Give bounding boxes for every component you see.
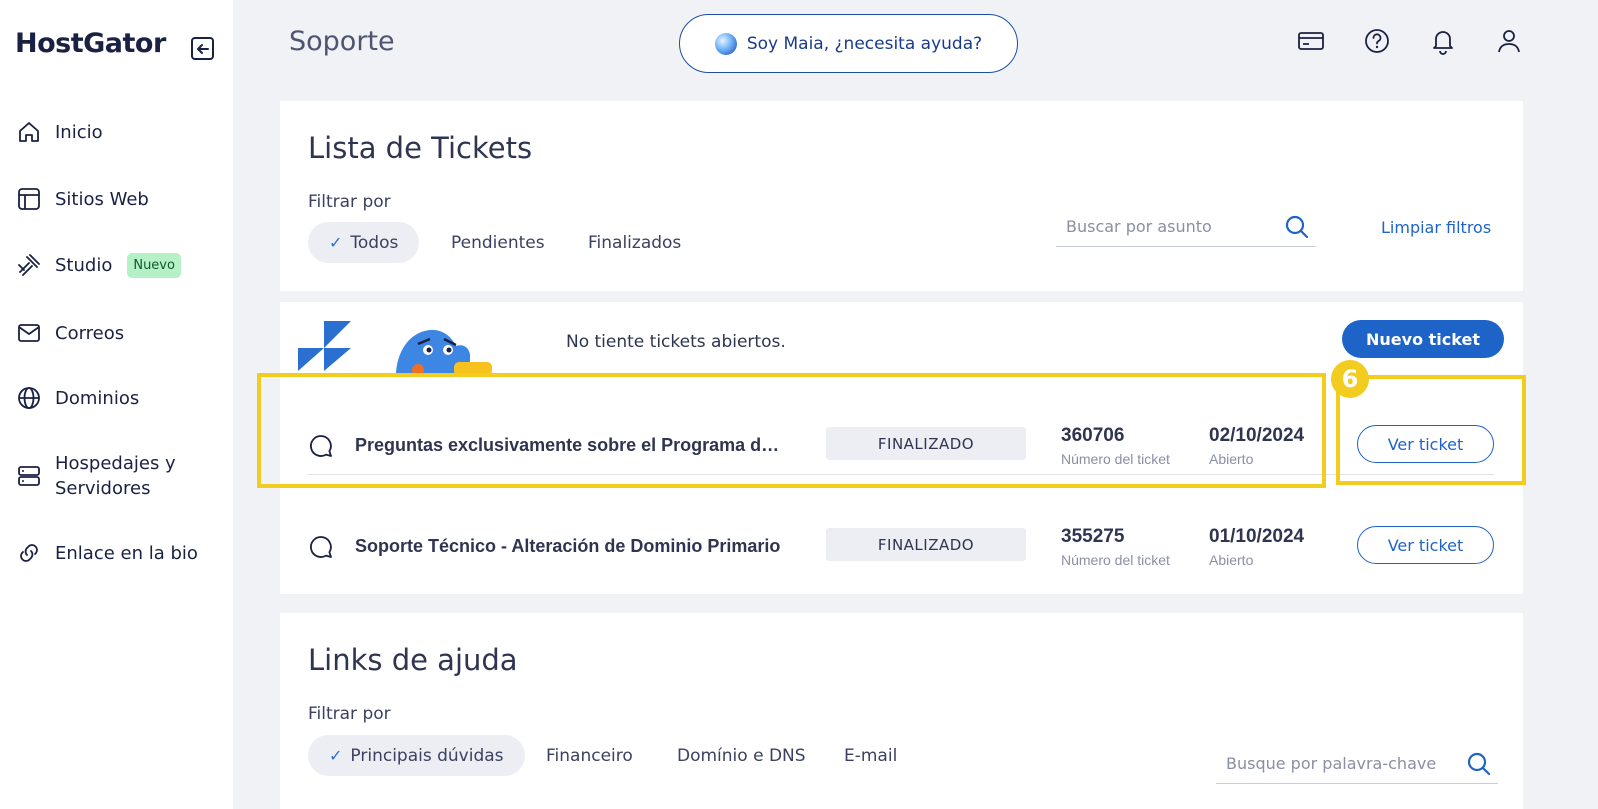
server-icon bbox=[18, 466, 40, 486]
studio-icon bbox=[18, 254, 40, 276]
chip-label: E-mail bbox=[844, 745, 898, 766]
user-icon[interactable] bbox=[1495, 27, 1523, 55]
highlight-view-ticket bbox=[1336, 375, 1526, 485]
maia-orb-icon bbox=[714, 32, 737, 55]
sidebar-item-label: Dominios bbox=[55, 387, 140, 409]
filter-chip-dominio-dns[interactable]: Domínio e DNS bbox=[656, 735, 827, 776]
chip-label: Principais dúvidas bbox=[350, 745, 504, 766]
filter-chip-finalizados[interactable]: Finalizados bbox=[567, 222, 702, 263]
filter-chip-financeiro[interactable]: Financeiro bbox=[525, 735, 654, 776]
ticket-date: 01/10/2024 bbox=[1209, 526, 1305, 547]
home-icon bbox=[19, 122, 39, 142]
tickets-title: Lista de Tickets bbox=[308, 131, 533, 165]
view-ticket-button[interactable]: Ver ticket bbox=[1357, 526, 1494, 564]
sidebar-item-label: Hospedajes y Servidores bbox=[55, 451, 176, 501]
step-number-badge: 6 bbox=[1331, 360, 1369, 398]
help-links-card: Links de ajuda Filtrar por ✓ Principais … bbox=[280, 613, 1523, 809]
filter-chip-todos[interactable]: ✓ Todos bbox=[308, 222, 420, 263]
chip-label: Finalizados bbox=[588, 232, 682, 253]
new-badge: Nuevo bbox=[127, 252, 181, 278]
link-icon bbox=[20, 544, 38, 562]
status-badge: FINALIZADO bbox=[826, 528, 1026, 561]
tickets-filter-card: Lista de Tickets Filtrar por ✓ Todos Pen… bbox=[280, 101, 1523, 291]
chip-label: Financeiro bbox=[546, 745, 633, 766]
collapse-sidebar-icon[interactable] bbox=[191, 37, 214, 60]
gator-mascot-icon bbox=[396, 329, 492, 376]
search-icon[interactable] bbox=[1284, 214, 1310, 240]
maia-label: Soy Maia, ¿necesita ayuda? bbox=[746, 33, 983, 54]
maia-assistant-button[interactable]: Soy Maia, ¿necesita ayuda? bbox=[679, 14, 1018, 73]
globe-icon bbox=[18, 387, 40, 409]
sidebar-item-inicio[interactable]: Inicio bbox=[16, 119, 103, 145]
search-placeholder: Busque por palavra-chave bbox=[1226, 754, 1437, 773]
filter-label: Filtrar por bbox=[308, 192, 391, 212]
search-placeholder: Buscar por asunto bbox=[1066, 217, 1212, 236]
chip-label: Todos bbox=[350, 232, 399, 253]
search-icon[interactable] bbox=[1466, 751, 1492, 777]
ticket-subject[interactable]: Soporte Técnico - Alteración de Dominio … bbox=[355, 536, 785, 557]
sidebar-item-studio[interactable]: Studio Nuevo bbox=[16, 252, 181, 278]
no-open-tickets-message: No tiente tickets abiertos. bbox=[566, 332, 786, 352]
check-icon: ✓ bbox=[329, 746, 343, 765]
sidebar-item-hospedajes[interactable]: Hospedajes y Servidores bbox=[16, 451, 176, 501]
sidebar-item-label: Inicio bbox=[55, 121, 103, 143]
hostgator-logo[interactable]: HostGator bbox=[15, 28, 166, 59]
clear-filters-link[interactable]: Limpiar filtros bbox=[1381, 218, 1491, 237]
decorative-shapes-icon bbox=[298, 321, 351, 371]
chat-bubble-icon bbox=[310, 536, 332, 558]
filter-chip-pendientes[interactable]: Pendientes bbox=[430, 222, 566, 263]
mail-icon bbox=[18, 324, 40, 342]
sidebar-item-enlace-bio[interactable]: Enlace en la bio bbox=[16, 540, 198, 566]
bell-icon[interactable] bbox=[1429, 27, 1457, 55]
ticket-search-input[interactable]: Buscar por asunto bbox=[1056, 207, 1316, 247]
filter-chip-principais[interactable]: ✓ Principais dúvidas bbox=[308, 735, 525, 776]
help-search-input[interactable]: Busque por palavra-chave bbox=[1216, 744, 1498, 784]
chip-label: Pendientes bbox=[451, 232, 545, 253]
layout-icon bbox=[18, 188, 40, 210]
help-icon[interactable] bbox=[1363, 27, 1391, 55]
sidebar-item-label: Correos bbox=[55, 322, 125, 344]
sidebar-item-sitios-web[interactable]: Sitios Web bbox=[16, 186, 149, 212]
new-ticket-button[interactable]: Nuevo ticket bbox=[1342, 320, 1504, 358]
ticket-row: Soporte Técnico - Alteración de Dominio … bbox=[308, 496, 1494, 576]
sidebar-item-label: Sitios Web bbox=[55, 188, 149, 210]
filter-label: Filtrar por bbox=[308, 704, 391, 724]
ticket-number-label: Número del ticket bbox=[1061, 552, 1170, 568]
sidebar-item-label: Studio bbox=[55, 254, 113, 276]
help-links-title: Links de ajuda bbox=[308, 643, 518, 677]
sidebar-item-correos[interactable]: Correos bbox=[16, 320, 124, 346]
highlight-ticket-row bbox=[257, 373, 1326, 488]
check-icon: ✓ bbox=[329, 233, 343, 252]
sidebar: HostGator Inicio Sitios Web Studio Nuevo… bbox=[0, 0, 233, 809]
ticket-date-label: Abierto bbox=[1209, 552, 1254, 568]
sidebar-item-label: Enlace en la bio bbox=[55, 542, 198, 564]
sidebar-item-label-line2: Servidores bbox=[55, 478, 151, 499]
sidebar-item-dominios[interactable]: Dominios bbox=[16, 385, 139, 411]
sidebar-item-label-line1: Hospedajes y bbox=[55, 453, 176, 474]
filter-chip-email[interactable]: E-mail bbox=[823, 735, 918, 776]
page-title: Soporte bbox=[289, 26, 395, 57]
chip-label: Domínio e DNS bbox=[677, 745, 806, 766]
billing-card-icon[interactable] bbox=[1297, 27, 1325, 55]
ticket-number: 355275 bbox=[1061, 526, 1125, 547]
